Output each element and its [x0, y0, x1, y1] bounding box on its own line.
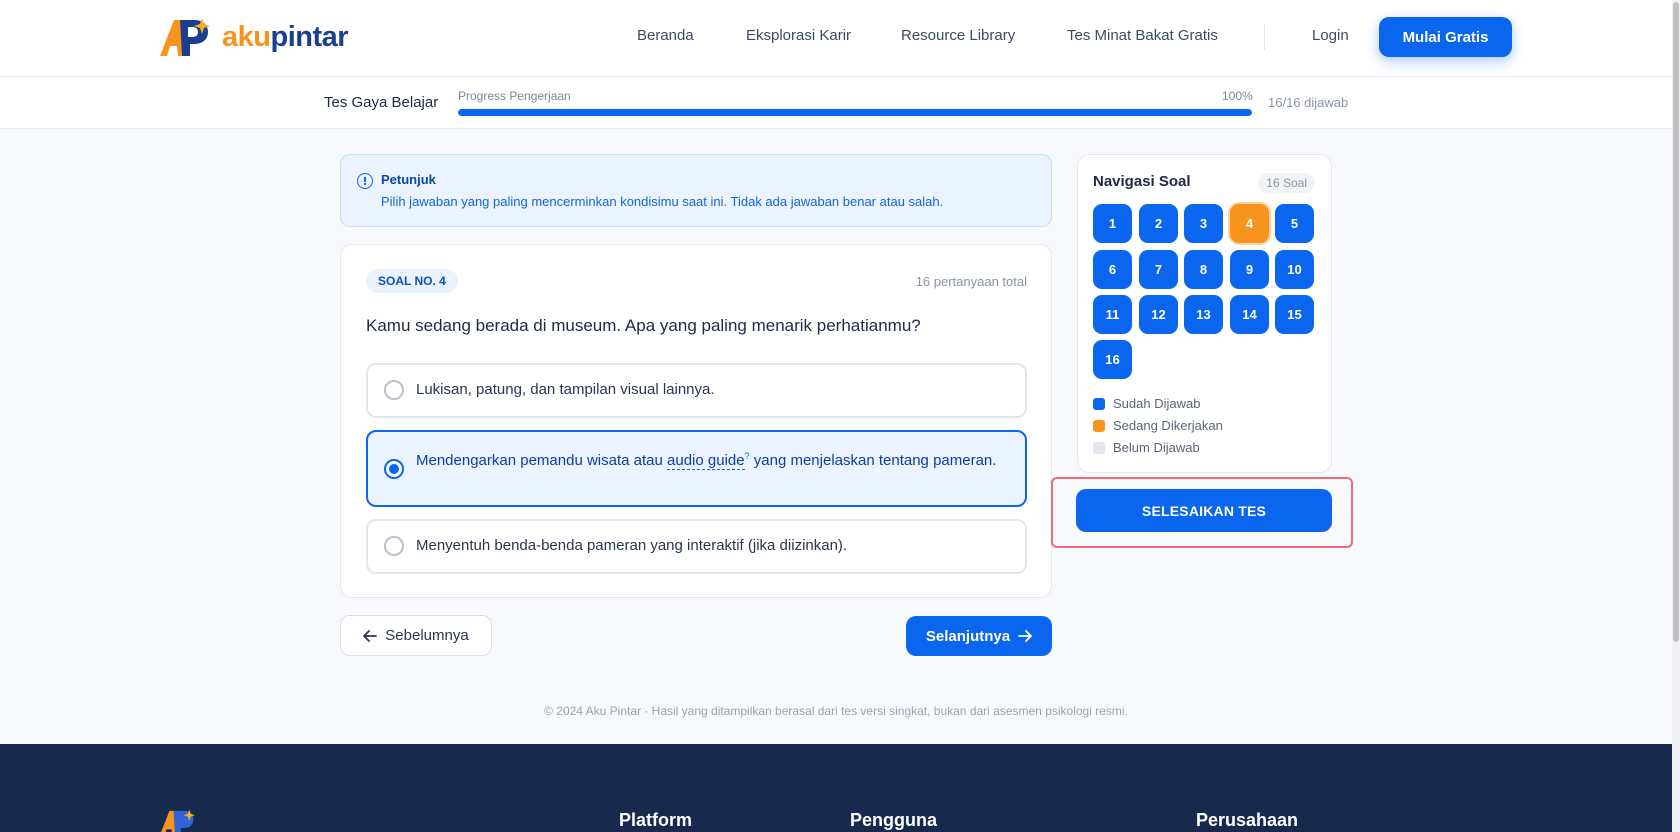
info-icon [357, 173, 373, 189]
navigator-count-badge: 16 Soal [1258, 173, 1315, 193]
mulai-gratis-button[interactable]: Mulai Gratis [1379, 17, 1512, 57]
progress-label: Progress Pengerjaan [458, 89, 571, 103]
nav-divider [1264, 24, 1265, 50]
nav-beranda[interactable]: Beranda [637, 27, 694, 44]
answer-option-3[interactable]: Menyentuh benda-benda pameran yang inter… [366, 519, 1027, 574]
question-nav-2[interactable]: 2 [1139, 204, 1178, 243]
login-link[interactable]: Login [1312, 27, 1349, 44]
question-nav-12[interactable]: 12 [1139, 295, 1178, 334]
arrow-left-icon [363, 629, 378, 642]
nav-eksplorasi-karir[interactable]: Eksplorasi Karir [746, 27, 851, 44]
legend-in-progress: Sedang Dikerjakan [1093, 418, 1223, 433]
brand-wordmark: akupintar [222, 20, 349, 53]
question-nav-3[interactable]: 3 [1184, 204, 1223, 243]
radio-button[interactable] [384, 380, 404, 400]
radio-button-selected[interactable] [384, 459, 404, 479]
footer-heading-platform: Platform [619, 810, 693, 830]
radio-button[interactable] [384, 536, 404, 556]
answer-option-1[interactable]: Lukisan, patung, dan tampilan visual lai… [366, 363, 1027, 418]
test-title: Tes Gaya Belajar [324, 94, 439, 111]
instruction-text: Pilih jawaban yang paling mencerminkan k… [381, 194, 944, 209]
progress-strip: Tes Gaya Belajar Progress Pengerjaan 100… [0, 77, 1672, 129]
site-footer: Platform Pengguna Perusahaan [0, 744, 1672, 832]
instruction-title: Petunjuk [381, 172, 436, 187]
answer-option-2[interactable]: Mendengarkan pemandu wisata atau audio g… [366, 430, 1027, 507]
arrow-right-icon [1018, 630, 1032, 642]
nav-tes-minat-bakat[interactable]: Tes Minat Bakat Gratis [1067, 27, 1218, 44]
question-nav-15[interactable]: 15 [1275, 295, 1314, 334]
nav-resource-library[interactable]: Resource Library [901, 27, 1015, 44]
next-button[interactable]: Selanjutnya [906, 616, 1052, 656]
logo-icon [160, 18, 210, 56]
legend-swatch-in-progress [1093, 419, 1105, 432]
answer-option-label: Lukisan, patung, dan tampilan visual lai… [416, 381, 715, 398]
legend-swatch-answered [1093, 397, 1105, 410]
question-nav-4-current[interactable]: 4 [1230, 204, 1269, 243]
top-navbar: akupintar Beranda Eksplorasi Karir Resou… [0, 0, 1672, 77]
answer-option-label: Mendengarkan pemandu wisata atau audio g… [416, 451, 997, 470]
finish-test-button[interactable]: SELESAIKAN TES [1076, 489, 1332, 532]
footer-heading-perusahaan: Perusahaan [1196, 810, 1299, 830]
page: akupintar Beranda Eksplorasi Karir Resou… [0, 0, 1672, 832]
legend-answered: Sudah Dijawab [1093, 396, 1200, 411]
scrollbar-thumb[interactable] [1673, 2, 1679, 642]
answered-count: 16/16 dijawab [1268, 95, 1349, 110]
question-nav-5[interactable]: 5 [1275, 204, 1314, 243]
logo-icon [161, 809, 195, 832]
question-nav-13[interactable]: 13 [1184, 295, 1223, 334]
progress-percent: 100% [1222, 89, 1253, 103]
footer-logo [158, 808, 202, 832]
question-nav-10[interactable]: 10 [1275, 250, 1314, 289]
question-nav-1[interactable]: 1 [1093, 204, 1132, 243]
glossary-term[interactable]: audio guide [667, 452, 745, 470]
question-nav-11[interactable]: 11 [1093, 295, 1132, 334]
question-total: 16 pertanyaan total [915, 274, 1027, 289]
question-navigator: Navigasi Soal 16 Soal 1 2 3 4 5 6 7 8 9 … [1077, 154, 1332, 473]
progress-bar [458, 109, 1252, 116]
question-number-badge: SOAL NO. 4 [366, 269, 458, 293]
footer-heading-pengguna: Pengguna [850, 810, 938, 830]
progress-bar-fill [458, 109, 1252, 116]
navigator-title: Navigasi Soal [1093, 173, 1191, 190]
legend-unanswered: Belum Dijawab [1093, 440, 1200, 455]
legend-swatch-unanswered [1093, 441, 1105, 454]
question-nav-16[interactable]: 16 [1093, 340, 1132, 379]
copyright-note: © 2024 Aku Pintar · Hasil yang ditampilk… [544, 704, 1128, 718]
previous-button[interactable]: Sebelumnya [340, 615, 492, 656]
question-nav-7[interactable]: 7 [1139, 250, 1178, 289]
previous-button-label: Sebelumnya [385, 627, 469, 644]
question-nav-6[interactable]: 6 [1093, 250, 1132, 289]
instruction-box: Petunjuk Pilih jawaban yang paling mence… [340, 154, 1052, 227]
next-button-label: Selanjutnya [925, 627, 1011, 645]
question-text: Kamu sedang berada di museum. Apa yang p… [366, 316, 921, 335]
answer-option-label: Menyentuh benda-benda pameran yang inter… [416, 537, 848, 554]
question-nav-9[interactable]: 9 [1230, 250, 1269, 289]
question-nav-14[interactable]: 14 [1230, 295, 1269, 334]
question-nav-8[interactable]: 8 [1184, 250, 1223, 289]
question-card: SOAL NO. 4 16 pertanyaan total Kamu seda… [340, 244, 1052, 598]
page-scrollbar[interactable] [1672, 0, 1680, 832]
brand-logo[interactable]: akupintar [158, 16, 349, 58]
